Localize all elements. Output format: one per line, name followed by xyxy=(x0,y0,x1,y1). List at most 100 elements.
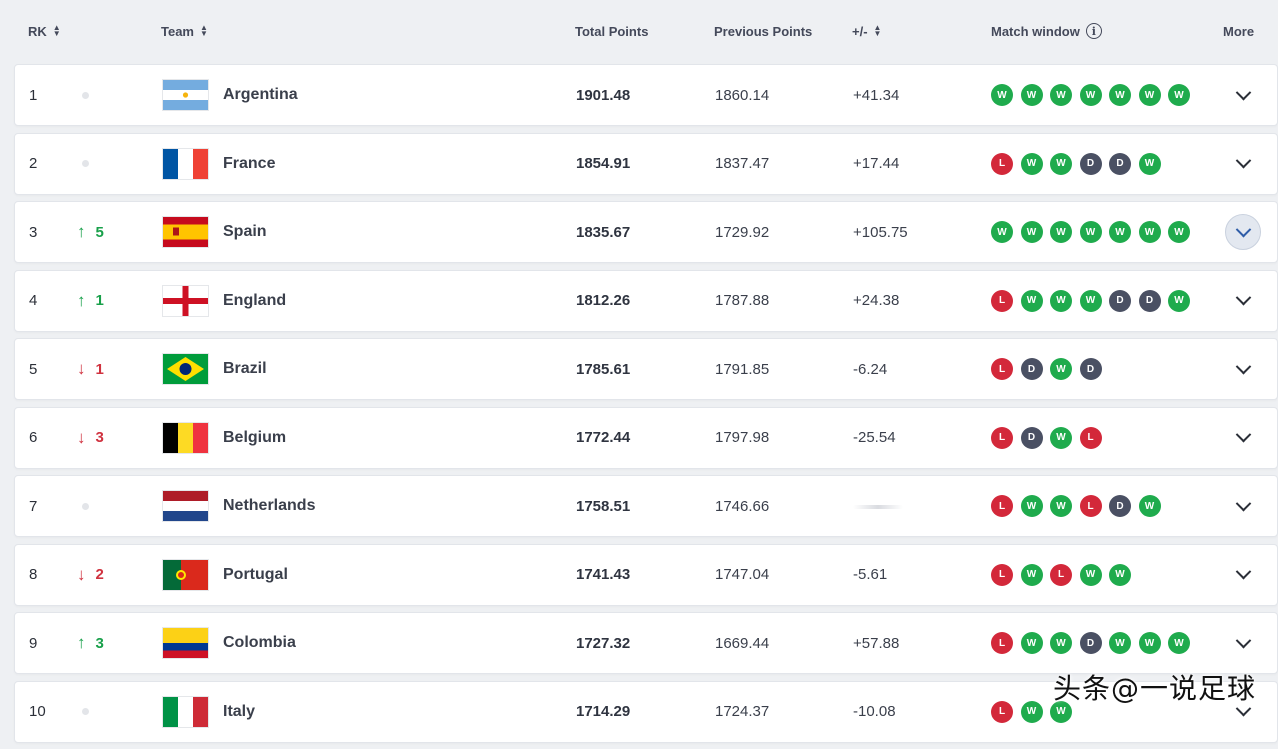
table-row[interactable]: 7 Netherlands 1758.51 1746.66 LWWLDW xyxy=(14,475,1278,537)
table-row[interactable]: 2 France 1854.91 1837.47 +17.44 LWWDDW xyxy=(14,132,1278,195)
flag-england-icon xyxy=(163,285,208,316)
team-header-label: Team xyxy=(161,23,194,39)
total-points: 1812.26 xyxy=(576,292,631,309)
match-window: LWWDDW xyxy=(991,152,1161,175)
expand-button[interactable] xyxy=(1225,77,1261,113)
expand-button[interactable] xyxy=(1225,625,1261,661)
points-diff: -25.54 xyxy=(853,429,896,446)
rank: 6 xyxy=(29,429,38,446)
match-result-badge: W xyxy=(991,221,1013,243)
previous-points: 1837.47 xyxy=(715,155,770,172)
table-row[interactable]: 4 ↑ 1 England 1812.26 1787.88 +24.38 LWWW… xyxy=(14,269,1278,332)
match-result-badge: L xyxy=(1079,495,1102,517)
previous-points: 1747.04 xyxy=(715,566,770,583)
rk-column-header[interactable]: RK ▲ ▼ xyxy=(28,24,61,39)
team-name[interactable]: Italy xyxy=(223,703,255,721)
points-diff: -5.61 xyxy=(853,566,888,583)
expand-button[interactable] xyxy=(1225,146,1261,182)
match-result-badge: L xyxy=(991,495,1013,517)
rank: 5 xyxy=(29,360,38,378)
match-result-badge: W xyxy=(1079,84,1102,106)
chevron-down-icon xyxy=(1235,152,1251,169)
no-change-dot xyxy=(82,160,89,167)
rank-change xyxy=(77,91,89,99)
info-icon[interactable]: i xyxy=(1085,23,1102,39)
match-result-badge: W xyxy=(1168,632,1190,654)
ranking-rows: 1 Argentina 1901.48 1860.14 +41.34 WWWWW… xyxy=(14,64,1278,749)
match-result-badge: L xyxy=(991,289,1013,312)
match-result-badge: W xyxy=(1079,563,1102,586)
rank-change-value: 3 xyxy=(95,429,104,446)
rank-change: ↑ 3 xyxy=(77,633,104,653)
sort-icon[interactable]: ▲ ▼ xyxy=(53,24,61,38)
table-row[interactable]: 9 ↑ 3 Colombia 1727.32 1669.44 +57.88 LWW… xyxy=(14,612,1278,674)
rank: 7 xyxy=(29,497,38,515)
table-row[interactable]: 6 ↓ 3 Belgium 1772.44 1797.98 -25.54 LDWL xyxy=(14,406,1278,469)
previous-points-header-label: Previous Points xyxy=(714,23,813,39)
sort-icon[interactable]: ▲ ▼ xyxy=(874,24,882,38)
sort-icon[interactable]: ▲ ▼ xyxy=(200,24,208,38)
rank-change: ↓ 3 xyxy=(77,428,104,448)
total-points: 1785.61 xyxy=(576,360,631,378)
team-name[interactable]: Colombia xyxy=(223,634,296,652)
expand-button[interactable] xyxy=(1225,488,1261,524)
rank-change xyxy=(77,708,89,715)
team-name[interactable]: England xyxy=(223,292,286,310)
match-window-header-label: Match window xyxy=(991,23,1080,39)
match-result-badge: W xyxy=(1138,152,1161,175)
points-diff-cell: +105.75 xyxy=(853,224,908,241)
team-name[interactable]: Belgium xyxy=(223,429,286,447)
expand-button[interactable] xyxy=(1225,351,1261,387)
diff-obscured xyxy=(853,505,903,509)
points-diff-cell: +41.34 xyxy=(853,87,899,104)
match-result-badge: W xyxy=(1050,358,1072,380)
table-row[interactable]: 3 ↑ 5 Spain 1835.67 1729.92 +105.75 WWWWW… xyxy=(14,201,1278,263)
match-result-badge: W xyxy=(1138,632,1161,654)
flag-brazil-icon xyxy=(163,354,208,384)
previous-points: 1860.14 xyxy=(715,86,770,104)
team-column-header[interactable]: Team ▲ ▼ xyxy=(161,24,208,39)
chevron-down-icon xyxy=(1235,221,1251,237)
table-row[interactable]: 5 ↓ 1 Brazil 1785.61 1791.85 -6.24 LDWD xyxy=(14,338,1278,400)
match-result-badge: W xyxy=(1020,289,1043,312)
chevron-down-icon xyxy=(1235,495,1251,511)
previous-points: 1724.37 xyxy=(715,703,770,720)
points-diff-cell: +57.88 xyxy=(853,635,899,652)
table-row[interactable]: 1 Argentina 1901.48 1860.14 +41.34 WWWWW… xyxy=(14,64,1278,126)
points-diff-cell xyxy=(853,503,903,509)
points-diff-cell: -6.24 xyxy=(853,361,887,378)
no-change-dot xyxy=(82,91,89,99)
total-points: 1772.44 xyxy=(576,429,631,446)
team-name[interactable]: France xyxy=(223,155,275,173)
chevron-down-icon xyxy=(1235,358,1251,374)
chevron-down-icon xyxy=(1235,632,1251,648)
expand-button[interactable] xyxy=(1225,557,1261,593)
expand-button[interactable] xyxy=(1225,283,1261,319)
rank-change-value: 2 xyxy=(95,566,104,583)
rank-change: ↑ 1 xyxy=(77,291,104,311)
flag-netherlands-icon xyxy=(163,491,208,521)
team-name[interactable]: Netherlands xyxy=(223,497,315,515)
no-change-dot xyxy=(82,502,89,510)
team-name[interactable]: Spain xyxy=(223,223,267,241)
points-diff: -6.24 xyxy=(853,360,888,378)
team-name[interactable]: Argentina xyxy=(223,86,298,104)
chevron-down-icon xyxy=(1235,289,1251,306)
expand-button[interactable] xyxy=(1225,214,1261,250)
previous-points: 1797.98 xyxy=(715,429,770,446)
chevron-down-icon xyxy=(1235,563,1251,580)
previous-points: 1729.92 xyxy=(715,223,770,241)
points-diff-cell: +17.44 xyxy=(853,155,899,172)
match-result-badge: W xyxy=(1020,700,1043,723)
diff-column-header[interactable]: +/- ▲ ▼ xyxy=(852,24,881,39)
arrow-up-icon: ↑ xyxy=(77,633,86,652)
points-diff: +17.44 xyxy=(853,155,900,172)
table-row[interactable]: 8 ↓ 2 Portugal 1741.43 1747.04 -5.61 LWLW… xyxy=(14,543,1278,606)
team-name[interactable]: Portugal xyxy=(223,566,288,584)
match-result-badge: W xyxy=(1050,221,1072,243)
table-header: RK ▲ ▼ Team ▲ ▼ Total Points Previous Poin… xyxy=(0,0,1278,62)
total-points: 1741.43 xyxy=(576,566,631,583)
expand-button[interactable] xyxy=(1225,420,1261,456)
team-name[interactable]: Brazil xyxy=(223,360,267,378)
match-result-badge: D xyxy=(1079,152,1102,175)
